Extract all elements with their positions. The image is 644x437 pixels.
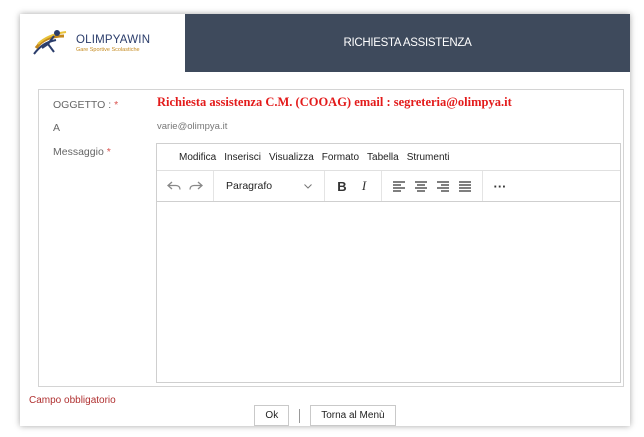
redo-icon[interactable] — [185, 175, 207, 197]
more-group: ··· — [483, 171, 517, 201]
history-group — [157, 171, 214, 201]
button-separator — [299, 409, 301, 423]
dialog-frame: OLIMPYAWIN Gare Sportive Scolastiche RIC… — [20, 14, 630, 426]
form-card: OGGETTO : * Richiesta assistenza C.M. (C… — [38, 89, 624, 387]
to-label: A — [53, 122, 61, 134]
chevron-down-icon — [304, 183, 312, 189]
logo-subtitle: Gare Sportive Scolastiche — [76, 46, 140, 53]
subject-value: Richiesta assistenza C.M. (COOAG) email … — [157, 95, 512, 109]
message-label: Messaggio * — [53, 146, 111, 158]
more-options-button[interactable]: ··· — [489, 175, 511, 197]
block-format-value: Paragrafo — [226, 180, 273, 192]
menu-formato[interactable]: Formato — [322, 152, 359, 163]
rich-text-editor: Modifica Inserisci Visualizza Formato Ta… — [156, 143, 621, 383]
menu-tabella[interactable]: Tabella — [367, 152, 399, 163]
menu-strumenti[interactable]: Strumenti — [407, 152, 450, 163]
footer-actions: Ok Torna al Menù — [20, 405, 630, 426]
align-center-icon[interactable] — [410, 175, 432, 197]
align-left-icon[interactable] — [388, 175, 410, 197]
bold-button[interactable]: B — [331, 175, 353, 197]
menu-inserisci[interactable]: Inserisci — [224, 152, 261, 163]
runner-logo-icon — [30, 26, 70, 60]
logo[interactable]: OLIMPYAWIN Gare Sportive Scolastiche — [20, 14, 185, 72]
menu-modifica[interactable]: Modifica — [179, 152, 216, 163]
back-to-menu-button[interactable]: Torna al Menù — [310, 405, 396, 426]
editor-content-area[interactable] — [157, 201, 620, 382]
block-format-group: Paragrafo — [214, 171, 325, 201]
italic-button[interactable]: I — [353, 175, 375, 197]
block-format-select[interactable]: Paragrafo — [220, 180, 318, 192]
header: OLIMPYAWIN Gare Sportive Scolastiche RIC… — [20, 14, 630, 72]
editor-menubar: Modifica Inserisci Visualizza Formato Ta… — [157, 144, 620, 171]
page-title: RICHIESTA ASSISTENZA — [343, 37, 472, 49]
alignment-group — [382, 171, 483, 201]
undo-icon[interactable] — [163, 175, 185, 197]
text-style-group: B I — [325, 171, 382, 201]
to-value: varie@olimpya.it — [157, 121, 228, 132]
logo-title: OLIMPYAWIN — [76, 33, 151, 46]
menu-visualizza[interactable]: Visualizza — [269, 152, 314, 163]
align-justify-icon[interactable] — [454, 175, 476, 197]
editor-toolbar: Paragrafo B I ··· — [157, 171, 620, 202]
page-title-bar: RICHIESTA ASSISTENZA — [185, 14, 630, 72]
ok-button[interactable]: Ok — [254, 405, 290, 426]
required-asterisk: * — [114, 99, 119, 111]
required-asterisk: * — [106, 146, 111, 158]
subject-label: OGGETTO : * — [53, 99, 119, 111]
align-right-icon[interactable] — [432, 175, 454, 197]
